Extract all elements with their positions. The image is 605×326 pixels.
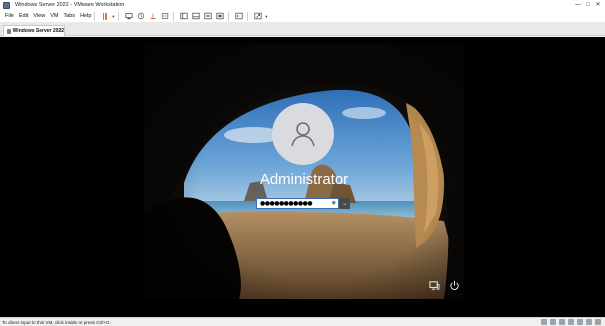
pause-dropdown-icon[interactable]: ▼ bbox=[111, 14, 115, 19]
network-icon[interactable] bbox=[428, 279, 440, 291]
toolbar-separator bbox=[173, 11, 175, 21]
menu-vm[interactable]: VM bbox=[50, 13, 58, 19]
reveal-password-icon[interactable]: ◉ bbox=[332, 199, 336, 208]
fullscreen-icon[interactable] bbox=[202, 11, 213, 22]
close-button[interactable]: ✕ bbox=[593, 0, 603, 10]
password-input[interactable]: ●●●●●●●●●●● ◉ bbox=[256, 198, 339, 209]
menu-tabs[interactable]: Tabs bbox=[63, 13, 75, 19]
snapshot-manager-icon[interactable] bbox=[159, 11, 170, 22]
window-controls: — □ ✕ bbox=[573, 0, 603, 10]
sound-status-icon[interactable] bbox=[577, 319, 583, 325]
pause-icon[interactable] bbox=[99, 11, 110, 22]
guest-lock-screen[interactable]: Administrator ●●●●●●●●●●● ◉ → bbox=[144, 43, 464, 299]
tab-close-button[interactable]: × bbox=[59, 28, 62, 34]
menu-file[interactable]: File bbox=[5, 13, 14, 19]
status-message: To direct input to this VM, click inside… bbox=[2, 319, 111, 325]
toolbar-separator bbox=[228, 11, 230, 21]
tab-windows-server-2022[interactable]: Windows Server 2022 × bbox=[3, 25, 65, 36]
console-view-icon[interactable] bbox=[233, 11, 244, 22]
cd-dvd-status-icon[interactable] bbox=[550, 319, 556, 325]
revert-snapshot-icon[interactable] bbox=[147, 11, 158, 22]
status-bar: To direct input to this VM, click inside… bbox=[0, 317, 605, 326]
title-bar: Windows Server 2022 - VMware Workstation… bbox=[0, 0, 605, 10]
show-library-icon[interactable] bbox=[178, 11, 189, 22]
thumbnail-icon[interactable] bbox=[190, 11, 201, 22]
toolbar-separator bbox=[247, 11, 249, 21]
vmware-app-icon bbox=[3, 1, 10, 9]
toolbar-separator bbox=[118, 11, 120, 21]
toolbar-separator bbox=[94, 11, 96, 21]
window-title: Windows Server 2022 - VMware Workstation bbox=[15, 2, 125, 8]
hard-disk-status-icon[interactable] bbox=[541, 319, 547, 325]
power-icon[interactable] bbox=[448, 279, 460, 291]
menu-help[interactable]: Help bbox=[80, 13, 91, 19]
menu-view[interactable]: View bbox=[33, 13, 45, 19]
user-silhouette-icon bbox=[291, 122, 315, 147]
lock-screen-system-icons bbox=[428, 279, 460, 291]
network-adapter-status-icon[interactable] bbox=[559, 319, 565, 325]
user-avatar bbox=[272, 103, 334, 165]
display-status-icon[interactable] bbox=[586, 319, 592, 325]
menu-toolbar: File Edit View VM Tabs Help ▼ ▼ bbox=[0, 10, 605, 22]
vm-display[interactable]: Administrator ●●●●●●●●●●● ◉ → bbox=[0, 37, 605, 317]
stretch-dropdown-icon[interactable]: ▼ bbox=[264, 14, 268, 19]
submit-arrow-button[interactable]: → bbox=[339, 198, 350, 209]
menu-edit[interactable]: Edit bbox=[19, 13, 28, 19]
device-status-icons bbox=[541, 319, 601, 325]
stretch-icon[interactable] bbox=[252, 11, 263, 22]
vm-tab-icon bbox=[7, 28, 11, 34]
password-field-group: ●●●●●●●●●●● ◉ → bbox=[256, 198, 350, 209]
maximize-button[interactable]: □ bbox=[583, 0, 593, 10]
password-dots: ●●●●●●●●●●● bbox=[260, 200, 313, 207]
send-ctrl-alt-del-icon[interactable] bbox=[123, 11, 134, 22]
snapshot-icon[interactable] bbox=[135, 11, 146, 22]
username-label: Administrator bbox=[259, 171, 349, 188]
usb-status-icon[interactable] bbox=[568, 319, 574, 325]
minimize-button[interactable]: — bbox=[573, 0, 583, 10]
tab-bar: Windows Server 2022 × bbox=[0, 22, 605, 36]
tab-label: Windows Server 2022 bbox=[12, 28, 64, 34]
message-status-icon[interactable] bbox=[595, 319, 601, 325]
unity-icon[interactable] bbox=[214, 11, 225, 22]
